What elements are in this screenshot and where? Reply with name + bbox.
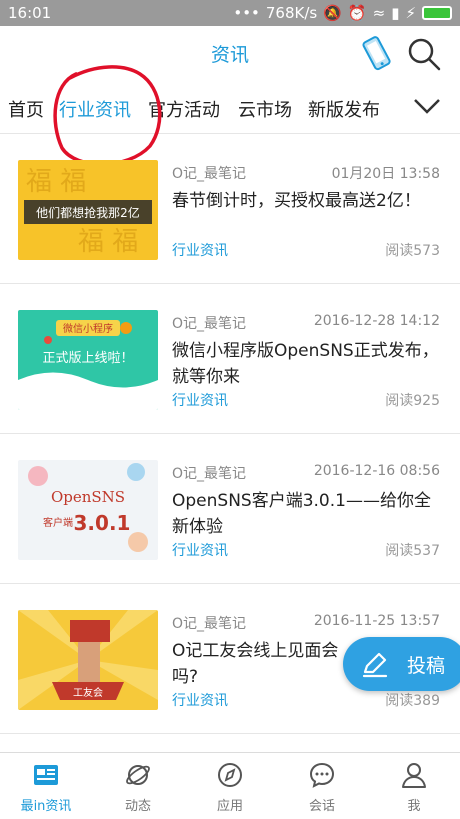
nav-label: 会话: [308, 799, 335, 814]
article-thumbnail: 微信小程序 正式版上线啦！: [18, 310, 158, 410]
article-item[interactable]: 微信小程序 正式版上线啦！ O记_最笔记 2016-12-28 14:12 微信…: [0, 284, 460, 434]
article-category[interactable]: 行业资讯: [172, 390, 228, 410]
tab-cloud-market[interactable]: 云市场: [238, 96, 292, 122]
article-read-count: 阅读925: [385, 393, 440, 409]
article-category[interactable]: 行业资讯: [172, 240, 228, 260]
battery-icon: [422, 6, 452, 20]
article-title[interactable]: O记工友会线上见面会吗?: [172, 638, 348, 690]
article-date: 2016-12-28 14:12: [313, 313, 440, 329]
tab-official-events[interactable]: 官方活动: [148, 96, 220, 122]
chat-bubble-icon: [309, 762, 335, 788]
thumb-caption: 工友会: [73, 686, 103, 699]
alarm-icon: ⏰: [347, 4, 367, 22]
thumb-caption: 他们都想抢我那2亿: [36, 205, 140, 220]
article-date: 01月20日 13:58: [331, 166, 440, 182]
status-time: 16:01: [8, 4, 52, 22]
nav-item-me[interactable]: 我: [368, 753, 460, 819]
category-tabs: 首页 行业资讯 官方活动 云市场 新版发布: [0, 82, 460, 134]
pen-icon: [362, 652, 388, 678]
article-thumbnail: 工友会: [18, 610, 158, 710]
thumb-caption-3: 3.0.1: [74, 511, 131, 535]
news-icon: [34, 765, 58, 785]
charging-icon: ⚡: [405, 4, 416, 22]
nav-item-feed[interactable]: 动态: [92, 753, 184, 819]
article-date: 2016-12-16 08:56: [313, 463, 440, 479]
tab-new-release[interactable]: 新版发布: [308, 96, 380, 122]
nav-label: 最in资讯: [20, 799, 72, 814]
status-bar: 16:01 ••• 768K/s 🔕 ⏰ ≈ ▮ ⚡: [0, 0, 460, 26]
article-item[interactable]: OpenSNS 客户端 3.0.1 O记_最笔记 2016-12-16 08:5…: [0, 434, 460, 584]
nav-item-news[interactable]: 最in资讯: [0, 753, 92, 819]
user-icon: [402, 763, 426, 788]
tab-home[interactable]: 首页: [8, 96, 44, 122]
submit-post-label: 投稿: [407, 655, 446, 677]
svg-text:福 福: 福 福: [78, 227, 138, 257]
article-read-count: 阅读537: [385, 543, 440, 559]
article-title[interactable]: 微信小程序版OpenSNS正式发布，就等你来: [172, 338, 444, 390]
compass-icon: [218, 763, 242, 787]
article-read-count: 阅读389: [385, 693, 440, 709]
mute-bell-icon: 🔕: [323, 4, 342, 22]
article-author: O记_最笔记: [172, 616, 247, 632]
svg-text:福 福: 福 福: [26, 167, 86, 197]
article-category[interactable]: 行业资讯: [172, 540, 228, 560]
article-author: O记_最笔记: [172, 166, 247, 182]
chevron-down-icon[interactable]: [412, 94, 442, 118]
status-icons: ••• 768K/s 🔕 ⏰ ≈ ▮ ⚡: [233, 4, 452, 22]
article-title[interactable]: OpenSNS客户端3.0.1——给你全新体验: [172, 488, 444, 540]
article-thumbnail: OpenSNS 客户端 3.0.1: [18, 460, 158, 560]
article-thumbnail: 福 福 福 福 他们都想抢我那2亿: [18, 160, 158, 260]
thumb-caption: 微信小程序: [63, 322, 113, 335]
signal-icon: ▮: [391, 4, 400, 22]
nav-label: 动态: [124, 799, 151, 814]
submit-post-button[interactable]: 投稿: [343, 637, 460, 691]
nav-label: 我: [407, 799, 421, 814]
article-title[interactable]: 春节倒计时，买授权最高送2亿！: [172, 188, 444, 214]
article-read-count: 阅读573: [385, 243, 440, 259]
nav-label: 应用: [216, 799, 243, 814]
network-speed: 768K/s: [265, 4, 318, 22]
nav-item-apps[interactable]: 应用: [184, 753, 276, 819]
tab-industry-news[interactable]: 行业资讯: [59, 96, 131, 122]
article-item[interactable]: 福 福 福 福 他们都想抢我那2亿 O记_最笔记 01月20日 13:58 春节…: [0, 134, 460, 284]
article-category[interactable]: 行业资讯: [172, 690, 228, 710]
wifi-icon: ≈: [372, 4, 386, 22]
app-header: 资讯: [0, 26, 460, 82]
article-author: O记_最笔记: [172, 466, 247, 482]
nav-item-chat[interactable]: 会话: [276, 753, 368, 819]
planet-icon: [126, 765, 150, 785]
article-author: O记_最笔记: [172, 316, 247, 332]
article-date: 2016-11-25 13:57: [313, 613, 440, 629]
phone-icon[interactable]: [360, 34, 394, 74]
dots-icon: •••: [233, 4, 260, 22]
thumb-caption: OpenSNS: [51, 488, 125, 506]
thumb-caption-2: 客户端: [43, 516, 73, 529]
bottom-nav: 最in资讯 动态 应用 会话 我: [0, 752, 460, 818]
search-icon[interactable]: [404, 34, 444, 74]
thumb-caption-2: 正式版上线啦！: [42, 351, 133, 366]
